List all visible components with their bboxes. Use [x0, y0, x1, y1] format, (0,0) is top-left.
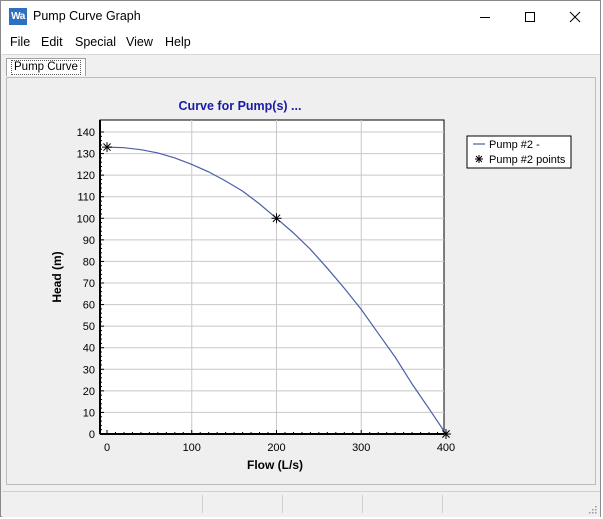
pump-point-marker — [102, 142, 112, 153]
plot-area — [99, 119, 445, 435]
tab-pump-curve-label: Pump Curve — [11, 60, 81, 75]
chart-title: Curve for Pump(s) ... — [179, 99, 302, 113]
app-icon: Wa — [9, 8, 27, 25]
y-tick-label: 80 — [83, 256, 95, 268]
status-separator — [202, 495, 203, 513]
y-tick-label: 50 — [83, 321, 95, 333]
minimize-button[interactable] — [462, 1, 508, 32]
x-tick-label: 200 — [267, 442, 285, 454]
maximize-button[interactable] — [507, 1, 553, 32]
minimize-icon — [480, 16, 490, 18]
x-tick-label: 0 — [104, 442, 110, 454]
menu-special[interactable]: Special — [75, 35, 116, 49]
y-tick-label: 140 — [77, 127, 95, 139]
y-tick-label: 120 — [77, 170, 95, 182]
tab-pump-curve[interactable]: Pump Curve — [6, 58, 86, 76]
x-tick-label: 300 — [352, 442, 370, 454]
legend-star-swatch — [475, 155, 483, 163]
y-tick-label: 40 — [83, 343, 95, 355]
menu-file[interactable]: File — [10, 35, 30, 49]
maximize-icon — [525, 11, 535, 22]
chart-panel: Curve for Pump(s) ... 0 10 20 30 40 50 60 70 80 9… — [6, 77, 596, 485]
y-tick-label: 100 — [77, 213, 95, 225]
pump-curve-window: Wa Pump Curve Graph File Edit Special Vi… — [0, 0, 601, 517]
y-tick-label: 70 — [83, 278, 95, 290]
close-icon — [569, 11, 581, 22]
pump-curve-chart: Curve for Pump(s) ... 0 10 20 30 40 50 60 70 80 9… — [50, 99, 572, 472]
y-tick-label: 110 — [77, 192, 95, 204]
y-tick-label: 60 — [83, 300, 95, 312]
menu-edit[interactable]: Edit — [41, 35, 63, 49]
close-button[interactable] — [552, 1, 598, 32]
y-tick-label: 0 — [89, 429, 95, 441]
menu-view[interactable]: View — [126, 35, 153, 49]
title-bar[interactable]: Wa Pump Curve Graph — [1, 1, 600, 32]
y-tick-label: 130 — [77, 149, 95, 161]
window-title: Pump Curve Graph — [33, 9, 141, 23]
legend: Pump #2 - Pump #2 points — [466, 135, 572, 169]
menu-help[interactable]: Help — [165, 35, 191, 49]
status-bar — [2, 491, 600, 517]
menu-bar: File Edit Special View Help — [1, 32, 600, 54]
x-tick-label: 100 — [183, 442, 201, 454]
y-tick-label: 30 — [83, 364, 95, 376]
pump-point-marker — [271, 213, 282, 224]
pump-point-marker — [441, 429, 451, 439]
status-separator — [362, 495, 363, 513]
resize-grip-icon[interactable] — [587, 504, 597, 514]
tab-strip: Pump Curve — [2, 54, 600, 77]
status-separator — [282, 495, 283, 513]
legend-points-label: Pump #2 points — [489, 154, 566, 166]
x-tick-label: 400 — [437, 442, 455, 454]
legend-line-label: Pump #2 - — [489, 139, 540, 151]
status-separator — [442, 495, 443, 513]
x-axis-label: Flow (L/s) — [247, 458, 303, 472]
y-axis-label: Head (m) — [50, 251, 64, 302]
y-tick-label: 10 — [83, 407, 95, 419]
y-tick-label: 90 — [83, 235, 95, 247]
y-tick-label: 20 — [83, 386, 95, 398]
